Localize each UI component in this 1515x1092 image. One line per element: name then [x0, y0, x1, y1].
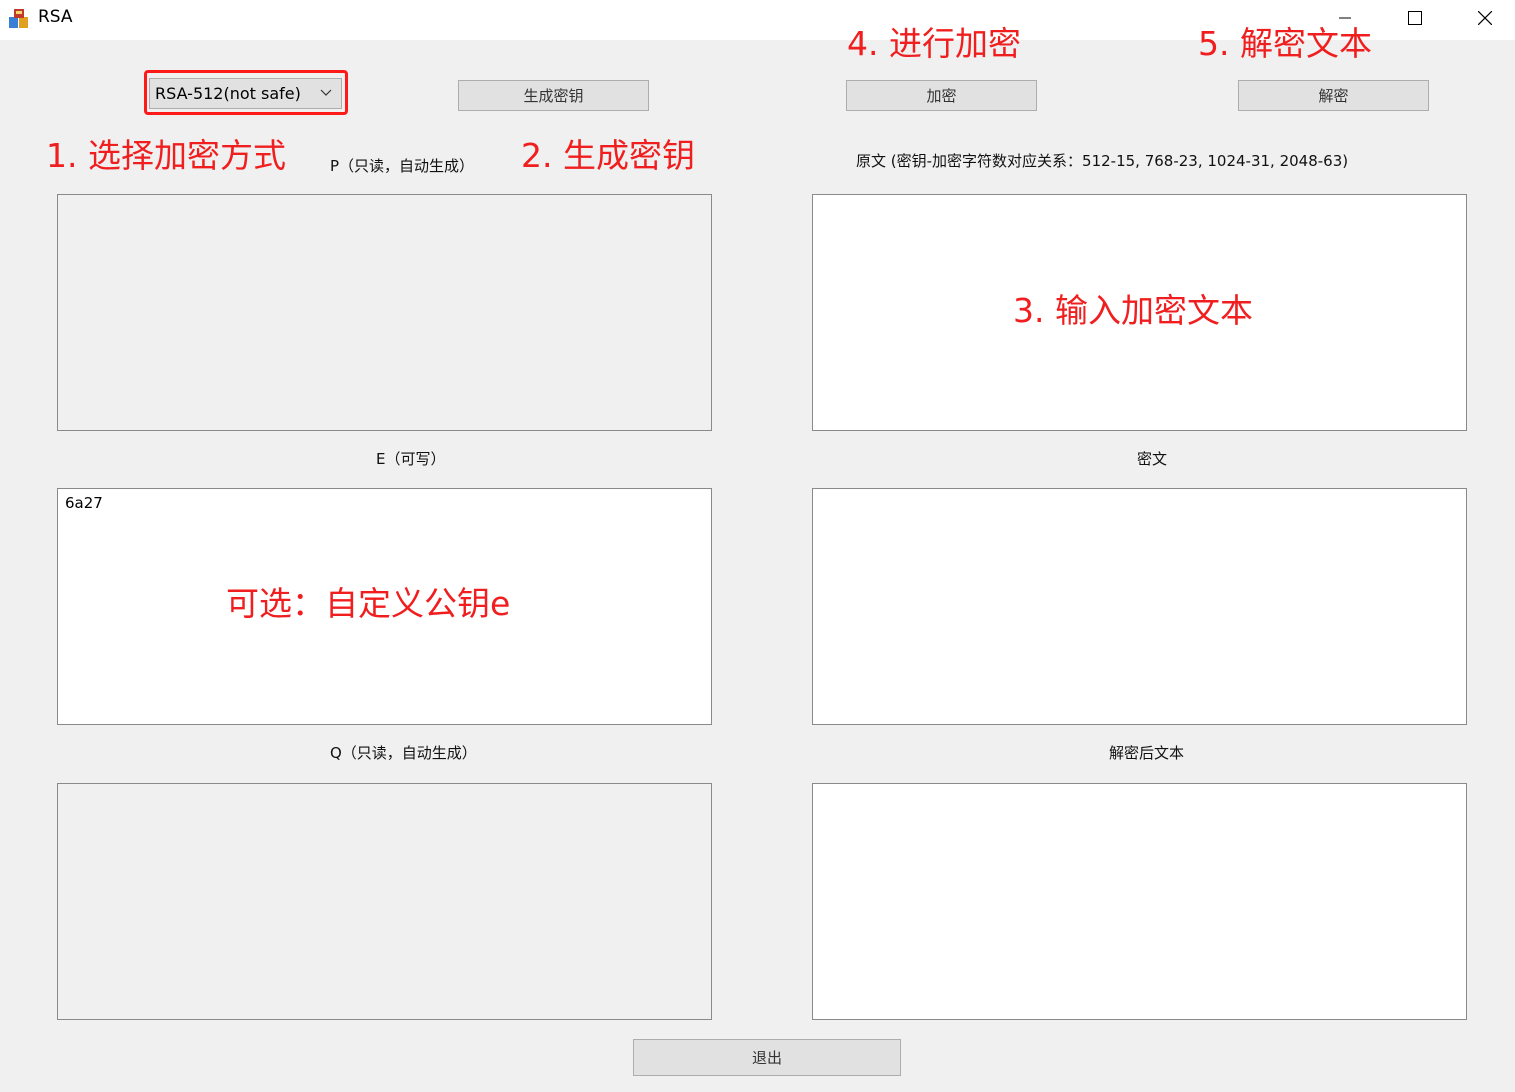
plaintext-textbox[interactable]: 3. 输入加密文本 [812, 194, 1467, 431]
p-label: P（只读，自动生成） [330, 157, 475, 175]
ciphertext-textbox[interactable] [812, 488, 1467, 725]
e-textbox[interactable]: 6a27 可选：自定义公钥e [57, 488, 712, 725]
q-label: Q（只读，自动生成） [330, 744, 477, 762]
close-button[interactable] [1450, 0, 1515, 36]
annotation-step1: 1. 选择加密方式 [46, 136, 286, 175]
window-title: RSA [38, 7, 73, 27]
p-textbox[interactable] [57, 194, 712, 431]
annotation-step2: 2. 生成密钥 [521, 136, 695, 175]
maximize-button[interactable] [1380, 0, 1450, 36]
annotation-step4: 4. 进行加密 [847, 24, 1021, 63]
generate-key-button[interactable]: 生成密钥 [458, 80, 649, 111]
ciphertext-label: 密文 [1137, 450, 1168, 468]
annotation-optional: 可选：自定义公钥e [226, 584, 511, 623]
decrypt-button[interactable]: 解密 [1238, 80, 1429, 111]
q-textbox[interactable] [57, 783, 712, 1020]
decrypted-label: 解密后文本 [1109, 744, 1185, 762]
exit-button[interactable]: 退出 [633, 1039, 901, 1076]
encrypt-button[interactable]: 加密 [846, 80, 1037, 111]
decrypted-textbox[interactable] [812, 783, 1467, 1020]
app-icon [7, 7, 31, 31]
plaintext-label: 原文 (密钥-加密字符数对应关系：512-15, 768-23, 1024-31… [856, 152, 1349, 170]
annotation-step5: 5. 解密文本 [1198, 24, 1372, 63]
e-label: E（可写） [376, 450, 446, 468]
e-value: 6a27 [65, 494, 103, 512]
annotation-step3: 3. 输入加密文本 [1013, 291, 1253, 330]
key-size-highlight [144, 70, 348, 115]
